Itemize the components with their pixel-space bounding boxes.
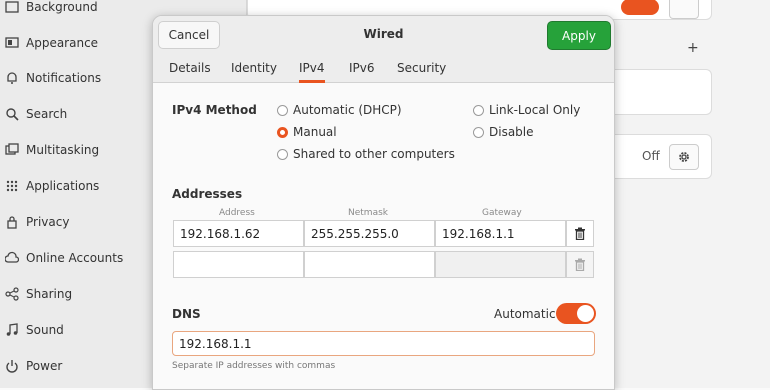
radio-dot	[277, 104, 288, 116]
grid-icon	[4, 178, 20, 194]
radio-disable[interactable]: Disable	[473, 125, 534, 139]
tab-identity[interactable]: Identity	[231, 61, 277, 75]
netmask-field[interactable]: 255.255.255.0	[304, 220, 435, 247]
dns-label: DNS	[172, 307, 201, 321]
dns-input[interactable]: 192.168.1.1	[172, 331, 595, 356]
tab-ipv6[interactable]: IPv6	[349, 61, 375, 75]
radio-shared[interactable]: Shared to other computers	[277, 147, 455, 161]
proxy-status: Off	[642, 149, 660, 163]
radio-manual[interactable]: Manual	[277, 125, 337, 139]
radio-dot	[277, 148, 288, 160]
tab-ipv4[interactable]: IPv4	[299, 61, 325, 83]
trash-icon	[575, 258, 585, 271]
add-vpn-icon[interactable]: +	[687, 40, 699, 56]
gateway-field[interactable]	[435, 251, 566, 278]
search-icon	[4, 106, 20, 122]
netmask-field[interactable]	[304, 251, 435, 278]
column-header-gateway: Gateway	[482, 208, 522, 218]
toggle-knob	[577, 305, 594, 322]
radio-automatic-dhcp[interactable]: Automatic (DHCP)	[277, 103, 402, 117]
sidebar-item-label: Appearance	[26, 36, 99, 50]
radio-label: Disable	[489, 125, 534, 139]
address-field[interactable]	[173, 251, 304, 278]
addresses-label: Addresses	[172, 187, 243, 201]
radio-dot-selected	[277, 126, 288, 138]
sidebar-item-label: Power	[26, 359, 63, 373]
proxy-settings-button[interactable]	[669, 144, 699, 170]
radio-link-local[interactable]: Link-Local Only	[473, 103, 580, 117]
sidebar-item-label: Sound	[26, 323, 64, 337]
trash-icon	[575, 227, 585, 240]
gateway-field[interactable]: 192.168.1.1	[435, 220, 566, 247]
lock-icon	[4, 214, 20, 230]
dialog-title: Wired	[363, 27, 404, 41]
ipv4-method-label: IPv4 Method	[172, 103, 257, 117]
multitasking-icon	[4, 142, 20, 158]
sidebar-item-label: Sharing	[26, 287, 73, 301]
radio-label: Automatic (DHCP)	[293, 103, 402, 117]
tab-details[interactable]: Details	[169, 61, 211, 75]
dns-automatic-label: Automatic	[494, 307, 556, 321]
radio-label: Shared to other computers	[293, 147, 455, 161]
radio-dot	[473, 104, 484, 116]
music-note-icon	[4, 322, 20, 338]
share-icon	[4, 286, 20, 302]
sidebar-item-label: Online Accounts	[26, 251, 124, 265]
column-header-netmask: Netmask	[348, 208, 388, 218]
dialog-header: Cancel Wired Apply	[153, 16, 614, 54]
bell-icon	[4, 70, 20, 86]
address-field[interactable]: 192.168.1.62	[173, 220, 304, 247]
dns-automatic-toggle[interactable]	[556, 303, 596, 324]
delete-address-button[interactable]	[566, 220, 594, 247]
sidebar-item-label: Background	[26, 0, 98, 14]
radio-label: Manual	[293, 125, 337, 139]
dns-hint: Separate IP addresses with commas	[172, 361, 336, 371]
wired-toggle[interactable]	[621, 0, 659, 15]
power-icon	[4, 358, 20, 374]
delete-address-button-disabled	[566, 251, 594, 278]
gear-icon	[679, 152, 689, 162]
sidebar-item-label: Multitasking	[26, 143, 100, 157]
wired-settings-button[interactable]	[669, 0, 699, 19]
radio-label: Link-Local Only	[489, 103, 581, 117]
column-header-address: Address	[219, 208, 255, 218]
wired-settings-dialog: Cancel Wired Apply Details Identity IPv4…	[152, 15, 615, 390]
apply-button[interactable]: Apply	[547, 21, 611, 50]
cloud-icon	[4, 250, 20, 266]
appearance-icon	[4, 35, 20, 51]
tab-bar: Details Identity IPv4 IPv6 Security	[153, 54, 614, 83]
radio-dot	[473, 126, 484, 138]
background-icon	[4, 0, 20, 15]
sidebar-item-label: Search	[26, 107, 68, 121]
sidebar-item-label: Notifications	[26, 71, 102, 85]
sidebar-item-label: Applications	[26, 179, 100, 193]
sidebar-item-label: Privacy	[26, 215, 70, 229]
tab-security[interactable]: Security	[397, 61, 446, 75]
